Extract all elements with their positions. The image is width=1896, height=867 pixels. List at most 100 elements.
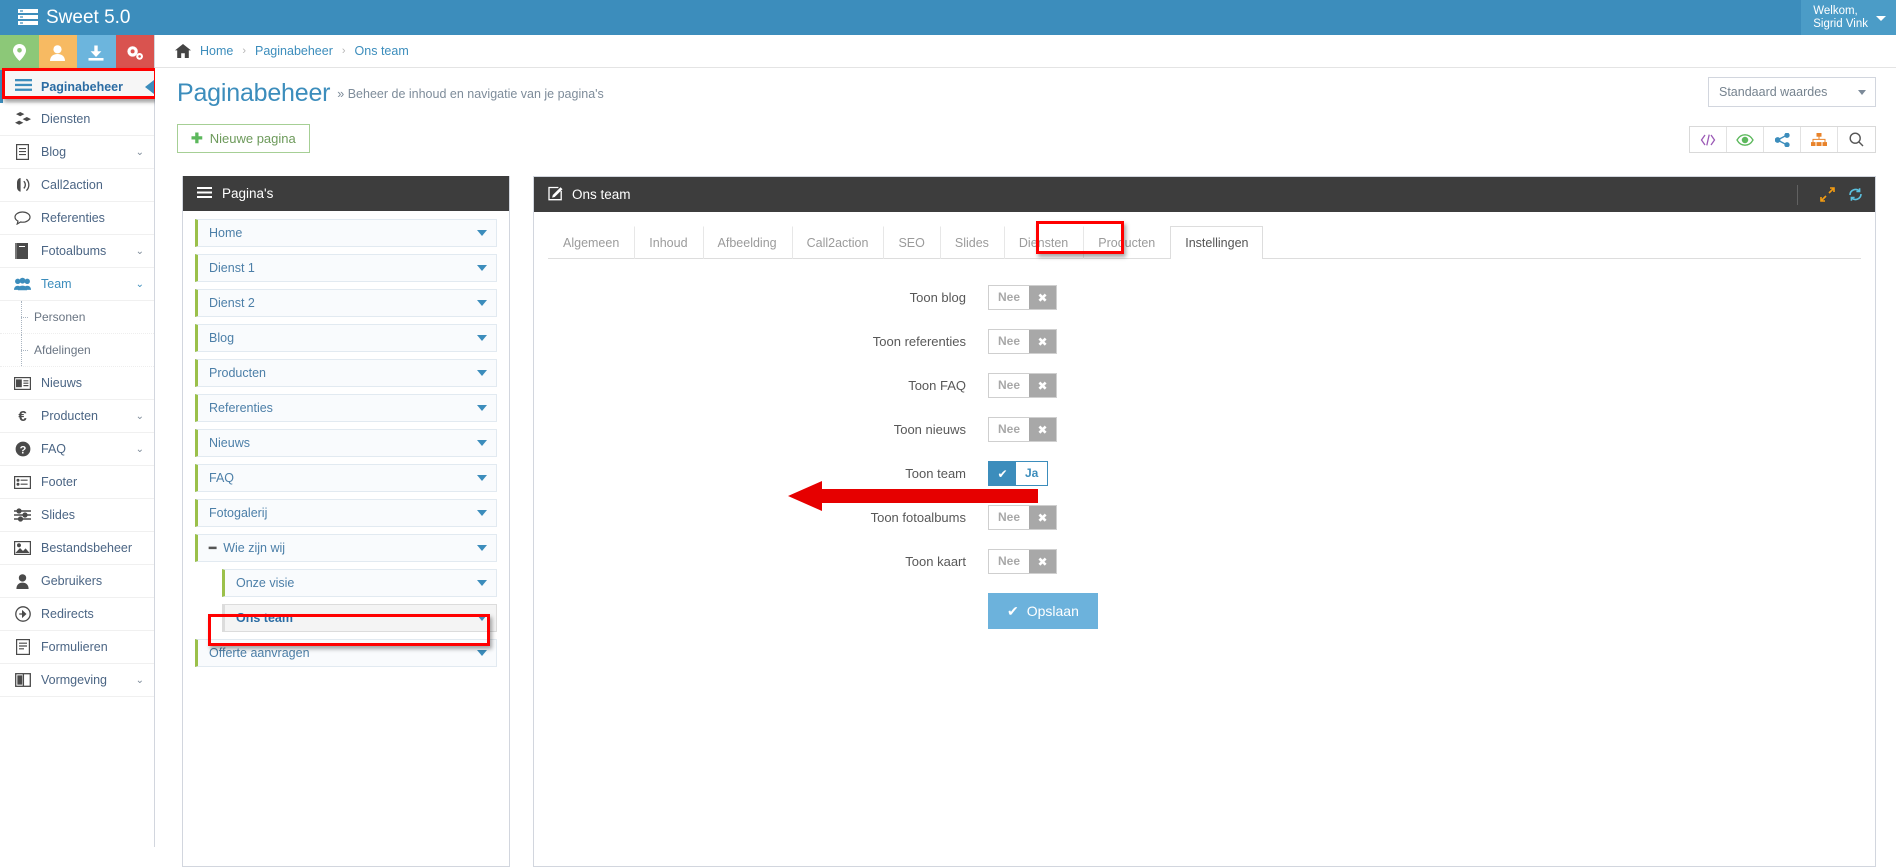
tree-item-producten[interactable]: Producten xyxy=(195,359,497,387)
toggle-toon-team[interactable]: Ja ✔ xyxy=(988,461,1048,486)
toggle-toon-kaart[interactable]: Nee ✖ xyxy=(988,549,1057,574)
tree-item-label: Wie zijn wij xyxy=(223,541,285,555)
tree-item-home[interactable]: Home xyxy=(195,219,497,247)
toggle-toon-fotoalbums[interactable]: Nee ✖ xyxy=(988,505,1057,530)
sidebar-item-personen[interactable]: Personen xyxy=(0,301,154,334)
brand-text: Sweet 5.0 xyxy=(46,7,131,29)
tab-algemeen[interactable]: Algemeen xyxy=(548,226,634,259)
toggle-toon-faq[interactable]: Nee ✖ xyxy=(988,373,1057,398)
tree-item-label: FAQ xyxy=(209,471,234,485)
tree-item-label: Offerte aanvragen xyxy=(209,646,310,660)
tree-item-onze-visie[interactable]: Onze visie xyxy=(222,569,497,597)
tab-seo[interactable]: SEO xyxy=(883,226,939,259)
tree-item-dropdown[interactable] xyxy=(468,440,496,446)
sidebar-item-team[interactable]: Team ⌄ xyxy=(0,268,154,301)
sidebar-item-footer[interactable]: Footer xyxy=(0,466,154,499)
breadcrumb-item-ons-team[interactable]: Ons team xyxy=(355,44,409,58)
expand-icon[interactable] xyxy=(1820,187,1835,202)
code-icon[interactable] xyxy=(1690,127,1727,152)
sidebar-item-afdelingen[interactable]: Afdelingen xyxy=(0,334,154,367)
sidebar-item-formulieren[interactable]: Formulieren xyxy=(0,631,154,664)
tree-item-dropdown[interactable] xyxy=(468,475,496,481)
download-icon[interactable] xyxy=(77,35,116,70)
toggle-value: Nee xyxy=(989,286,1029,309)
tree-item-fotogalerij[interactable]: Fotogalerij xyxy=(195,499,497,527)
sitemap-icon[interactable] xyxy=(1801,127,1838,152)
sidebar-item-gebruikers[interactable]: Gebruikers xyxy=(0,565,154,598)
tree-item-dropdown[interactable] xyxy=(468,510,496,516)
tab-slides[interactable]: Slides xyxy=(940,226,1004,259)
sidebar-item-referenties[interactable]: Referenties xyxy=(0,202,154,235)
content-panel: Ons team Algemeen Inhoud Afbeelding Call… xyxy=(533,176,1876,867)
tab-instellingen[interactable]: Instellingen xyxy=(1170,226,1263,259)
tree-item-ons-team[interactable]: Ons team xyxy=(222,604,497,632)
cubes-icon xyxy=(14,112,31,126)
toggle-toon-referenties[interactable]: Nee ✖ xyxy=(988,329,1057,354)
sidebar-item-blog[interactable]: Blog ⌄ xyxy=(0,136,154,169)
welcome-username: Sigrid Vink xyxy=(1813,18,1868,31)
sidebar-item-redirects[interactable]: Redirects xyxy=(0,598,154,631)
tree-item-dropdown[interactable] xyxy=(468,405,496,411)
collapse-minus-icon[interactable]: ━ xyxy=(209,541,216,555)
gears-icon[interactable] xyxy=(116,35,155,70)
standaard-waardes-select[interactable]: Standaard waardes xyxy=(1708,77,1876,107)
home-icon[interactable] xyxy=(175,44,191,58)
location-pin-icon[interactable] xyxy=(0,35,39,70)
toggle-toon-blog[interactable]: Nee ✖ xyxy=(988,285,1057,310)
tab-afbeelding[interactable]: Afbeelding xyxy=(703,226,792,259)
user-icon[interactable] xyxy=(39,35,78,70)
tree-item-label: Producten xyxy=(209,366,266,380)
search-icon[interactable] xyxy=(1838,127,1875,152)
toggle-value: Nee xyxy=(989,550,1029,573)
tree-item-dropdown[interactable] xyxy=(468,615,496,621)
breadcrumb-item-home[interactable]: Home xyxy=(200,44,233,58)
app-brand[interactable]: Sweet 5.0 xyxy=(0,0,195,35)
tab-producten[interactable]: Producten xyxy=(1083,226,1170,259)
eye-icon[interactable] xyxy=(1727,127,1764,152)
sidebar-item-label: Fotoalbums xyxy=(41,244,126,258)
sidebar-item-bestandsbeheer[interactable]: Bestandsbeheer xyxy=(0,532,154,565)
user-menu[interactable]: Welkom, Sigrid Vink xyxy=(1801,0,1896,35)
tree-item-faq[interactable]: FAQ xyxy=(195,464,497,492)
tab-diensten[interactable]: Diensten xyxy=(1004,226,1083,259)
tree-item-blog[interactable]: Blog xyxy=(195,324,497,352)
form-row-toon-blog: Toon blog Nee ✖ xyxy=(548,285,1861,310)
sidebar-item-nieuws[interactable]: Nieuws xyxy=(0,367,154,400)
header-divider xyxy=(1797,185,1798,205)
save-button[interactable]: ✔ Opslaan xyxy=(988,593,1098,629)
tree-item-dropdown[interactable] xyxy=(468,265,496,271)
sidebar-item-call2action[interactable]: Call2action xyxy=(0,169,154,202)
tree-item-offerte-aanvragen[interactable]: Offerte aanvragen xyxy=(195,639,497,667)
tree-item-dropdown[interactable] xyxy=(468,335,496,341)
sidebar-item-slides[interactable]: Slides xyxy=(0,499,154,532)
cross-icon: ✖ xyxy=(1029,286,1056,309)
sidebar-item-diensten[interactable]: Diensten xyxy=(0,103,154,136)
sidebar-item-faq[interactable]: ? FAQ ⌄ xyxy=(0,433,154,466)
tree-item-dropdown[interactable] xyxy=(468,650,496,656)
tree-item-referenties[interactable]: Referenties xyxy=(195,394,497,422)
breadcrumb-separator: › xyxy=(342,45,346,57)
share-icon[interactable] xyxy=(1764,127,1801,152)
sidebar-item-label: Referenties xyxy=(41,211,144,225)
sidebar-item-paginabeheer[interactable]: Paginabeheer xyxy=(0,70,154,103)
tree-item-dropdown[interactable] xyxy=(468,370,496,376)
tree-item-dienst-2[interactable]: Dienst 2 xyxy=(195,289,497,317)
refresh-icon[interactable] xyxy=(1848,187,1863,202)
sidebar-item-vormgeving[interactable]: Vormgeving ⌄ xyxy=(0,664,154,697)
tree-item-dropdown[interactable] xyxy=(468,545,496,551)
tab-inhoud[interactable]: Inhoud xyxy=(634,226,702,259)
breadcrumb-item-paginabeheer[interactable]: Paginabeheer xyxy=(255,44,333,58)
plus-icon: ✚ xyxy=(191,130,203,147)
tree-item-dienst-1[interactable]: Dienst 1 xyxy=(195,254,497,282)
tree-item-wie-zijn-wij[interactable]: ━ Wie zijn wij xyxy=(195,534,497,562)
tree-item-dropdown[interactable] xyxy=(468,230,496,236)
sidebar-item-fotoalbums[interactable]: Fotoalbums ⌄ xyxy=(0,235,154,268)
settings-form: Toon blog Nee ✖ Toon referenties Nee ✖ T… xyxy=(548,259,1861,629)
tree-item-nieuws[interactable]: Nieuws xyxy=(195,429,497,457)
toggle-toon-nieuws[interactable]: Nee ✖ xyxy=(988,417,1057,442)
tab-call2action[interactable]: Call2action xyxy=(792,226,884,259)
tree-item-dropdown[interactable] xyxy=(468,300,496,306)
new-page-button[interactable]: ✚ Nieuwe pagina xyxy=(177,124,310,153)
sidebar-item-producten[interactable]: € Producten ⌄ xyxy=(0,400,154,433)
tree-item-dropdown[interactable] xyxy=(468,580,496,586)
